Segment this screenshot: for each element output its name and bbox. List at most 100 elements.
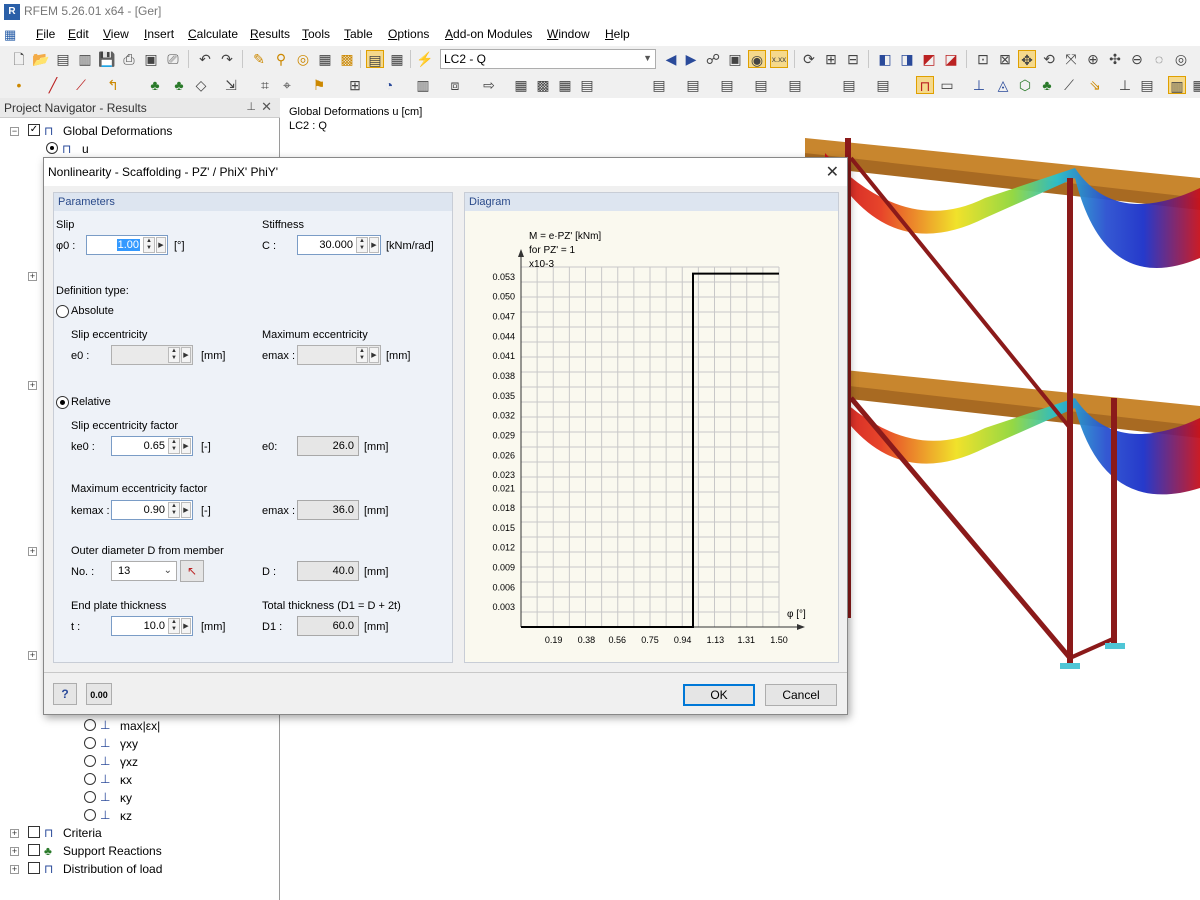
collapse-icon[interactable]: − [10,127,19,136]
cancel-button[interactable]: Cancel [765,684,837,706]
view-y-icon[interactable]: ◩ [920,50,938,68]
menu-tools[interactable]: Tools [302,27,330,41]
hinge-icon[interactable]: ↰ [104,76,122,94]
radio-gxz[interactable] [84,755,96,767]
panel-icon[interactable]: ▥ [1168,76,1186,94]
rotate-icon[interactable]: ⟲ [1040,50,1058,68]
pick-member-button[interactable]: ↖ [180,560,204,582]
spin-updown-icon[interactable]: ▲▼ [168,347,180,363]
list-f-icon[interactable]: ▤ [840,76,858,94]
menu-insert[interactable]: Insert [144,27,174,41]
list-a-icon[interactable]: ▤ [650,76,668,94]
line-display-icon[interactable]: ⟋ [1060,76,1078,94]
spin-arrow-icon[interactable]: ▶ [369,237,379,253]
view-x-icon[interactable]: ◨ [898,50,916,68]
zoom-prev-icon[interactable]: ⊖ [1128,50,1146,68]
ke0-input[interactable]: 0.65 ▲▼ ▶ [111,436,193,456]
spin-updown-icon[interactable]: ▲▼ [356,347,368,363]
deform-icon[interactable]: ⟳ [800,50,818,68]
move-icon[interactable]: ✥ [1018,50,1036,68]
surface-icon[interactable]: ◇ [192,76,210,94]
results-values-icon[interactable]: ▣ [726,50,744,68]
color-scale-icon[interactable]: ⊓ [916,76,934,94]
radio-max-ex[interactable] [84,719,96,731]
zoom-icon[interactable]: ⊕ [1084,50,1102,68]
filter-icon[interactable]: ⊟ [844,50,862,68]
t-input[interactable]: 10.0 ▲▼ ▶ [111,616,193,636]
menu-options[interactable]: Options [388,27,429,41]
dimension-display-icon[interactable]: ⊥ [1116,76,1134,94]
select-icon[interactable]: ⊡ [974,50,992,68]
menu-calculate[interactable]: Calculate [188,27,238,41]
radio-u[interactable] [46,142,58,154]
print-report-icon[interactable]: ▣ [142,50,160,68]
show-results-icon[interactable]: ☍ [704,50,722,68]
decimal-places-button[interactable]: 0.00 [86,683,112,705]
checkbox-distribution-of-load[interactable] [28,862,40,874]
support-icon[interactable]: ♣ [146,76,164,94]
table-icon[interactable]: ▤ [366,50,384,68]
load-case-select[interactable]: LC2 - Q ▼ [440,49,656,69]
render-icon[interactable]: ▥ [414,76,432,94]
spin-arrow-icon[interactable]: ▶ [369,347,379,363]
table-tools-icon[interactable]: ▦ [512,76,530,94]
spin-updown-icon[interactable]: ▲▼ [356,237,368,253]
undo-icon[interactable]: ↶ [196,50,214,68]
radio-ky[interactable] [84,791,96,803]
absolute-radio[interactable] [56,305,69,318]
menu-table[interactable]: Table [344,27,373,41]
radio-gxy[interactable] [84,737,96,749]
solid-icon[interactable]: ⬡ [1016,76,1034,94]
more-icon[interactable]: ▦ [1190,76,1200,94]
guide-icon[interactable]: ⚑ [310,76,328,94]
spin-updown-icon[interactable]: ▲▼ [168,502,180,518]
grid-view-icon[interactable]: ⊞ [346,76,364,94]
display-icon[interactable]: ◔ [380,76,398,94]
open-icon[interactable]: 📂 [32,50,50,68]
arrow-icon[interactable]: ⇨ [480,76,498,94]
view-3d-icon[interactable]: ◧ [876,50,894,68]
perspective-icon[interactable]: ◎ [1172,50,1190,68]
load-case-icon[interactable]: ⚡ [416,50,434,68]
spin-updown-icon[interactable]: ▲▼ [168,618,180,634]
zoom-window-icon[interactable]: ⊠ [996,50,1014,68]
kemax-input[interactable]: 0.90 ▲▼ ▶ [111,500,193,520]
menu-window[interactable]: Window [547,27,590,41]
load-display-icon[interactable]: ⇘ [1086,76,1104,94]
e0-input[interactable]: ▲▼ ▶ [111,345,193,365]
menu-help[interactable]: Help [605,27,630,41]
grid-icon[interactable]: ▦ [388,50,406,68]
menu-view[interactable]: View [103,27,129,41]
spin-arrow-icon[interactable]: ▶ [181,347,191,363]
menu-results[interactable]: Results [250,27,290,41]
dimension-icon[interactable]: ⌖ [278,76,296,94]
open-model-icon[interactable]: ▤ [54,50,72,68]
xxx-icon[interactable]: x.xx [770,50,788,68]
list-e-icon[interactable]: ▤ [786,76,804,94]
member-icon[interactable]: ⟋ [72,76,90,94]
load-icon[interactable]: ⇲ [222,76,240,94]
checkbox-criteria[interactable] [28,826,40,838]
spin-arrow-icon[interactable]: ▶ [181,438,191,454]
expand-icon[interactable]: + [28,381,37,390]
expand-icon[interactable]: + [28,272,37,281]
phi0-input[interactable]: 1.00 ▲▼ ▶ [86,235,168,255]
menu-file[interactable]: File [36,27,55,41]
next-icon[interactable]: ▶ [682,50,700,68]
ok-button[interactable]: OK [683,684,755,706]
list-g-icon[interactable]: ▤ [874,76,892,94]
spin-updown-icon[interactable]: ▲▼ [168,438,180,454]
calculate-icon[interactable]: ▦ [316,50,334,68]
node-icon[interactable]: • [10,76,28,94]
view-icon[interactable]: ◉ [748,50,766,68]
line-icon[interactable]: ╱ [44,76,62,94]
tools-icon[interactable]: ▤ [578,76,596,94]
member-no-select[interactable]: 13 ⌄ [111,561,177,581]
values-icon[interactable]: ▭ [938,76,956,94]
relative-radio[interactable] [56,396,69,409]
imperfection-icon[interactable]: ⌗ [256,76,274,94]
print-icon[interactable]: ⎙ [120,50,138,68]
list-b-icon[interactable]: ▤ [684,76,702,94]
help-button[interactable]: ? [53,683,77,705]
redo-icon[interactable]: ↷ [218,50,236,68]
